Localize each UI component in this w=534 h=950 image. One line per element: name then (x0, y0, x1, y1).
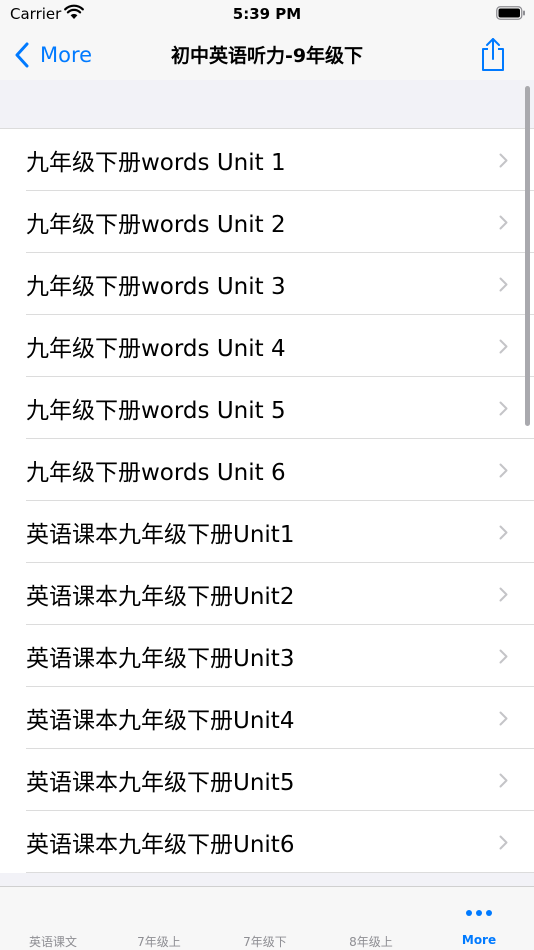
tab-label: 7年级上 (137, 935, 181, 949)
chevron-right-icon (499, 525, 508, 540)
list-item-label: 英语课本九年级下册Unit4 (26, 708, 295, 734)
tab-english-texts[interactable]: 英语课文 (0, 887, 106, 950)
chevron-right-icon (499, 773, 508, 788)
chevron-right-icon (499, 401, 508, 416)
navigation-bar: More 初中英语听力-9年级下 (0, 30, 534, 80)
page-title: 初中英语听力-9年级下 (170, 45, 364, 67)
tab-label: 8年级上 (349, 935, 393, 949)
tab-icon-slot (357, 899, 385, 927)
share-button[interactable] (478, 37, 508, 73)
list-item[interactable]: 九年级下册words Unit 6 (0, 439, 534, 501)
chevron-right-icon (499, 215, 508, 230)
unit-list: 九年级下册words Unit 1 九年级下册words Unit 2 九年级下… (0, 128, 534, 873)
list-item[interactable]: 英语课本九年级下册Unit5 (0, 749, 534, 811)
tab-icon-slot (251, 899, 279, 927)
battery-icon (496, 6, 525, 20)
list-item-label: 九年级下册words Unit 2 (26, 212, 286, 238)
list-item[interactable]: 九年级下册words Unit 3 (0, 253, 534, 315)
list-item-label: 九年级下册words Unit 5 (26, 398, 286, 424)
list-item[interactable]: 英语课本九年级下册Unit3 (0, 625, 534, 687)
tab-icon-slot (465, 899, 493, 927)
chevron-right-icon (499, 649, 508, 664)
tab-more[interactable]: More (426, 887, 532, 950)
tab-grade7-vol2[interactable]: 7年级下 (212, 887, 318, 950)
more-icon (466, 910, 492, 916)
tab-grade8-vol1[interactable]: 8年级上 (318, 887, 424, 950)
status-time: 5:39 PM (232, 5, 302, 23)
tab-label: 7年级下 (243, 935, 287, 949)
chevron-right-icon (499, 339, 508, 354)
back-button[interactable]: More (14, 38, 92, 72)
chevron-left-icon (15, 42, 29, 68)
chevron-right-icon (499, 711, 508, 726)
list-item[interactable]: 九年级下册words Unit 1 (0, 129, 534, 191)
screen: Carrier 5:39 PM More 初中英语听力-9年级下 九年级下册wo… (0, 0, 534, 950)
list-item[interactable]: 九年级下册words Unit 2 (0, 191, 534, 253)
list-item-label: 英语课本九年级下册Unit2 (26, 584, 295, 610)
list-item-label: 英语课本九年级下册Unit1 (26, 522, 295, 548)
status-bar: Carrier 5:39 PM (0, 0, 534, 30)
chevron-right-icon (499, 587, 508, 602)
list-item[interactable]: 英语课本九年级下册Unit4 (0, 687, 534, 749)
back-button-label: More (40, 43, 93, 67)
list-item-label: 九年级下册words Unit 4 (26, 336, 286, 362)
tab-bar: 英语课文 7年级上 7年级下 8年级上 More (0, 886, 534, 950)
chevron-right-icon (499, 835, 508, 850)
list-item[interactable]: 英语课本九年级下册Unit6 (0, 811, 534, 873)
list-item[interactable]: 英语课本九年级下册Unit2 (0, 563, 534, 625)
tab-label: More (461, 933, 497, 947)
share-icon (482, 38, 504, 71)
list-item-label: 九年级下册words Unit 1 (26, 150, 286, 176)
list-item-label: 英语课本九年级下册Unit6 (26, 832, 295, 858)
tab-grade7-vol1[interactable]: 7年级上 (106, 887, 212, 950)
tab-icon-slot (145, 899, 173, 927)
list-item[interactable]: 英语课本九年级下册Unit1 (0, 501, 534, 563)
chevron-right-icon (499, 463, 508, 478)
list-item-label: 英语课本九年级下册Unit5 (26, 770, 295, 796)
list-item-label: 九年级下册words Unit 3 (26, 274, 286, 300)
chevron-right-icon (499, 153, 508, 168)
list-item[interactable]: 九年级下册words Unit 5 (0, 377, 534, 439)
list-item[interactable]: 九年级下册words Unit 4 (0, 315, 534, 377)
list-item-label: 英语课本九年级下册Unit3 (26, 646, 295, 672)
chevron-right-icon (499, 277, 508, 292)
scroll-indicator[interactable] (525, 86, 530, 426)
list-item-label: 九年级下册words Unit 6 (26, 460, 286, 486)
tab-label: 英语课文 (28, 935, 77, 949)
tab-icon-slot (39, 899, 67, 927)
